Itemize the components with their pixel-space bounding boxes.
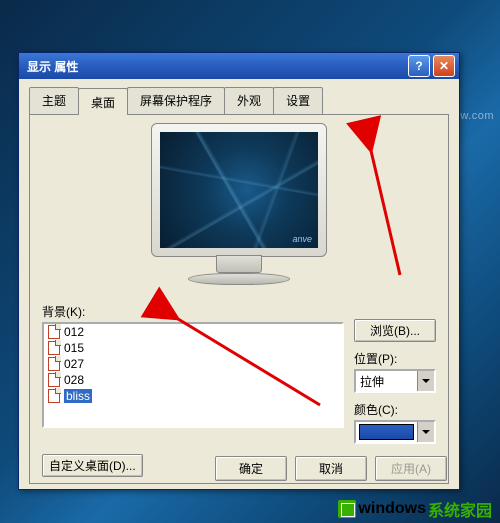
background-label: 背景(K):	[42, 303, 344, 320]
monitor-frame: anve	[151, 123, 327, 257]
chevron-down-icon	[417, 371, 434, 391]
titlebar[interactable]: 显示 属性 ? ✕	[19, 53, 459, 79]
watermark-text1: windows	[358, 500, 426, 518]
file-icon	[48, 389, 60, 403]
monitor-brand: anve	[292, 234, 312, 244]
wallpaper-preview: anve	[139, 123, 339, 297]
desktop-background: www.ruihaiw.com 显示 属性 ? ✕ 主题 桌面 屏幕保护程序 外…	[0, 0, 500, 523]
cancel-button[interactable]: 取消	[295, 456, 367, 481]
position-value: 拉伸	[360, 373, 384, 390]
tab-panel-desktop: anve 背景(K): 012 015 027 028 bliss	[29, 114, 449, 484]
chevron-down-icon	[417, 422, 434, 442]
position-select[interactable]: 拉伸	[354, 369, 436, 393]
apply-button[interactable]: 应用(A)	[375, 456, 447, 481]
list-item[interactable]: 028	[44, 372, 342, 388]
windows-logo-icon	[338, 500, 356, 518]
tab-desktop[interactable]: 桌面	[78, 88, 128, 115]
color-picker[interactable]	[354, 420, 436, 444]
current-color-swatch	[359, 424, 414, 440]
customize-desktop-button[interactable]: 自定义桌面(D)...	[42, 454, 143, 477]
color-label: 颜色(C):	[354, 401, 436, 418]
tab-screensaver[interactable]: 屏幕保护程序	[127, 87, 225, 114]
file-icon	[48, 341, 60, 355]
window-title: 显示 属性	[27, 58, 405, 75]
list-item-selected[interactable]: bliss	[44, 388, 342, 404]
tab-appearance[interactable]: 外观	[224, 87, 274, 114]
background-listbox[interactable]: 012 015 027 028 bliss	[42, 322, 344, 428]
watermark-text2: 系统家园	[428, 497, 492, 521]
ok-button[interactable]: 确定	[215, 456, 287, 481]
browse-button[interactable]: 浏览(B)...	[354, 319, 436, 342]
help-icon: ?	[415, 59, 422, 73]
tab-theme[interactable]: 主题	[29, 87, 79, 114]
list-item[interactable]: 027	[44, 356, 342, 372]
list-item[interactable]: 012	[44, 324, 342, 340]
monitor-stand	[216, 255, 262, 273]
help-button[interactable]: ?	[408, 55, 430, 77]
position-label: 位置(P):	[354, 350, 436, 367]
file-icon	[48, 357, 60, 371]
file-icon	[48, 325, 60, 339]
monitor-base	[188, 273, 290, 285]
close-button[interactable]: ✕	[433, 55, 455, 77]
close-icon: ✕	[439, 59, 449, 73]
tab-settings[interactable]: 设置	[273, 87, 323, 114]
watermark: windows 系统家园	[338, 497, 492, 521]
tab-strip: 主题 桌面 屏幕保护程序 外观 设置	[19, 79, 459, 114]
display-properties-dialog: 显示 属性 ? ✕ 主题 桌面 屏幕保护程序 外观 设置 anve	[18, 52, 460, 490]
dialog-button-row: 确定 取消 应用(A)	[215, 456, 447, 481]
file-icon	[48, 373, 60, 387]
list-item[interactable]: 015	[44, 340, 342, 356]
monitor-screen: anve	[160, 132, 318, 248]
